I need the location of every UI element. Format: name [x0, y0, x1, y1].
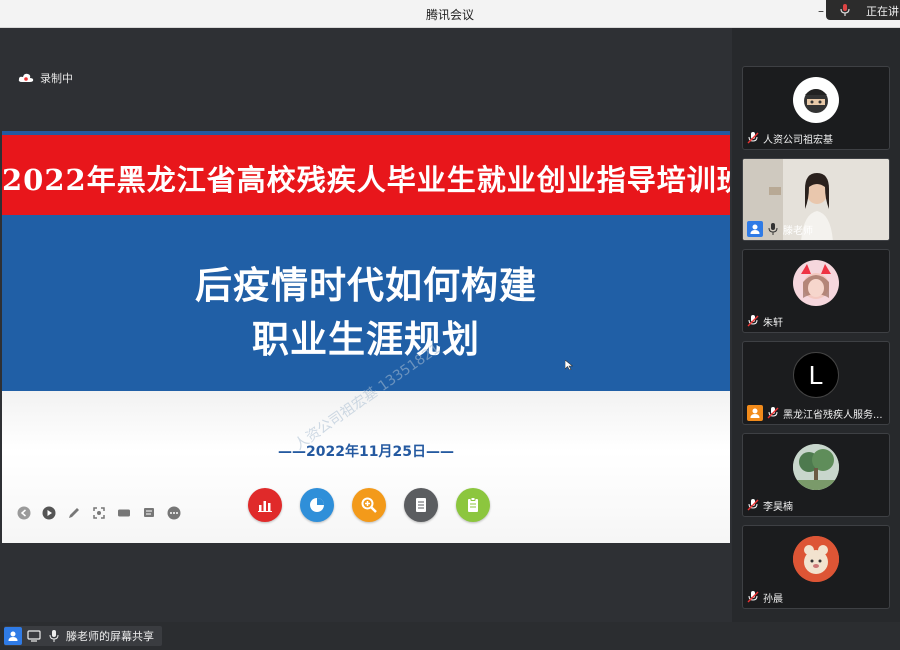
speaking-label: 正在讲 — [866, 5, 899, 18]
slide-title-line2: 职业生涯规划 — [252, 318, 480, 361]
host-user-icon — [4, 627, 22, 645]
recording-label: 录制中 — [40, 72, 73, 85]
participant-name: 朱轩 — [763, 317, 783, 329]
mic-icon — [767, 222, 779, 236]
speaking-indicator[interactable]: 正在讲 — [826, 0, 900, 20]
screen-share-label: 滕老师的屏幕共享 — [66, 630, 154, 643]
slide-date: ——2022年11月25日—— — [278, 444, 454, 460]
slide-title-block: 后疫情时代如何构建 职业生涯规划 — [2, 215, 730, 391]
cloud-record-icon — [18, 73, 34, 82]
pie-chart-app-icon[interactable] — [300, 488, 334, 522]
notes-app-icon[interactable] — [456, 488, 490, 522]
screen-share-icon — [26, 628, 42, 644]
toy-avatar-icon — [793, 536, 839, 582]
mic-muted-icon — [747, 590, 759, 604]
participant-label: 孙晨 — [747, 589, 783, 605]
letter-avatar-icon: L — [793, 352, 839, 398]
screen-share-indicator[interactable]: 滕老师的屏幕共享 — [4, 626, 162, 646]
participant-name: 滕老师 — [783, 225, 813, 237]
screenshot-icon[interactable] — [91, 505, 107, 521]
slide-banner-text: 2022年黑龙江省高校残疾人毕业生就业创业指导培训班 — [2, 163, 730, 197]
participant-name: 人资公司祖宏基 — [763, 134, 833, 146]
slide-title-line1: 后疫情时代如何构建 — [195, 264, 537, 307]
participant-tile-2[interactable]: 滕老师 — [742, 158, 890, 241]
participant-tile-4[interactable]: L 黑龙江省残疾人服务... — [742, 341, 890, 425]
participant-name: 孙晨 — [763, 593, 783, 605]
slide-footer: ——2022年11月25日—— — [2, 391, 730, 543]
slide-controls — [16, 505, 182, 521]
note-icon[interactable] — [141, 505, 157, 521]
participant-tile-1[interactable]: 人资公司祖宏基 — [742, 66, 890, 150]
more-icon[interactable] — [166, 505, 182, 521]
tree-avatar-icon — [793, 444, 839, 490]
participant-name: 黑龙江省残疾人服务... — [783, 409, 883, 421]
cat-avatar-icon — [793, 260, 839, 306]
participant-tile-3[interactable]: 朱轩 — [742, 249, 890, 333]
search-app-icon[interactable] — [352, 488, 386, 522]
presentation-slide: 2022年黑龙江省高校残疾人毕业生就业创业指导培训班 后疫情时代如何构建 职业生… — [2, 131, 730, 543]
mic-icon — [46, 628, 62, 644]
mic-muted-icon — [747, 498, 759, 512]
keyboard-icon[interactable] — [116, 505, 132, 521]
window-title-bar: 腾讯会议 – — [0, 0, 900, 28]
mic-muted-icon — [840, 4, 850, 16]
participant-label: 黑龙江省残疾人服务... — [747, 405, 883, 421]
recording-indicator: 录制中 — [18, 70, 73, 86]
pen-icon[interactable] — [66, 505, 82, 521]
cartoon-avatar-icon — [793, 77, 839, 123]
cohost-user-icon — [747, 405, 763, 421]
bottom-bar: 滕老师的屏幕共享 — [0, 622, 900, 650]
slide-app-icons — [248, 488, 490, 522]
host-user-icon — [747, 221, 763, 237]
slide-banner: 2022年黑龙江省高校残疾人毕业生就业创业指导培训班 — [2, 135, 730, 215]
window-title: 腾讯会议 — [425, 8, 474, 22]
participants-panel: 人资公司祖宏基 滕老师 朱轩 L 黑龙江省残疾人服务... 李昊楠 孙晨 — [732, 28, 900, 622]
participant-tile-5[interactable]: 李昊楠 — [742, 433, 890, 517]
notebook-app-icon[interactable] — [404, 488, 438, 522]
prev-icon[interactable] — [16, 505, 32, 521]
chart-app-icon[interactable] — [248, 488, 282, 522]
play-icon[interactable] — [41, 505, 57, 521]
mic-muted-icon — [767, 406, 779, 420]
participant-tile-6[interactable]: 孙晨 — [742, 525, 890, 609]
avatar-letter: L — [808, 359, 824, 390]
participant-label: 朱轩 — [747, 313, 783, 329]
mic-muted-icon — [747, 314, 759, 328]
screen-share-view: 录制中 2022年黑龙江省高校残疾人毕业生就业创业指导培训班 后疫情时代如何构建… — [0, 28, 732, 622]
participant-label: 李昊楠 — [747, 497, 793, 513]
participant-label: 滕老师 — [747, 221, 813, 237]
mouse-cursor-icon — [565, 360, 573, 370]
participant-label: 人资公司祖宏基 — [747, 130, 833, 146]
participant-name: 李昊楠 — [763, 501, 793, 513]
mic-muted-icon — [747, 131, 759, 145]
